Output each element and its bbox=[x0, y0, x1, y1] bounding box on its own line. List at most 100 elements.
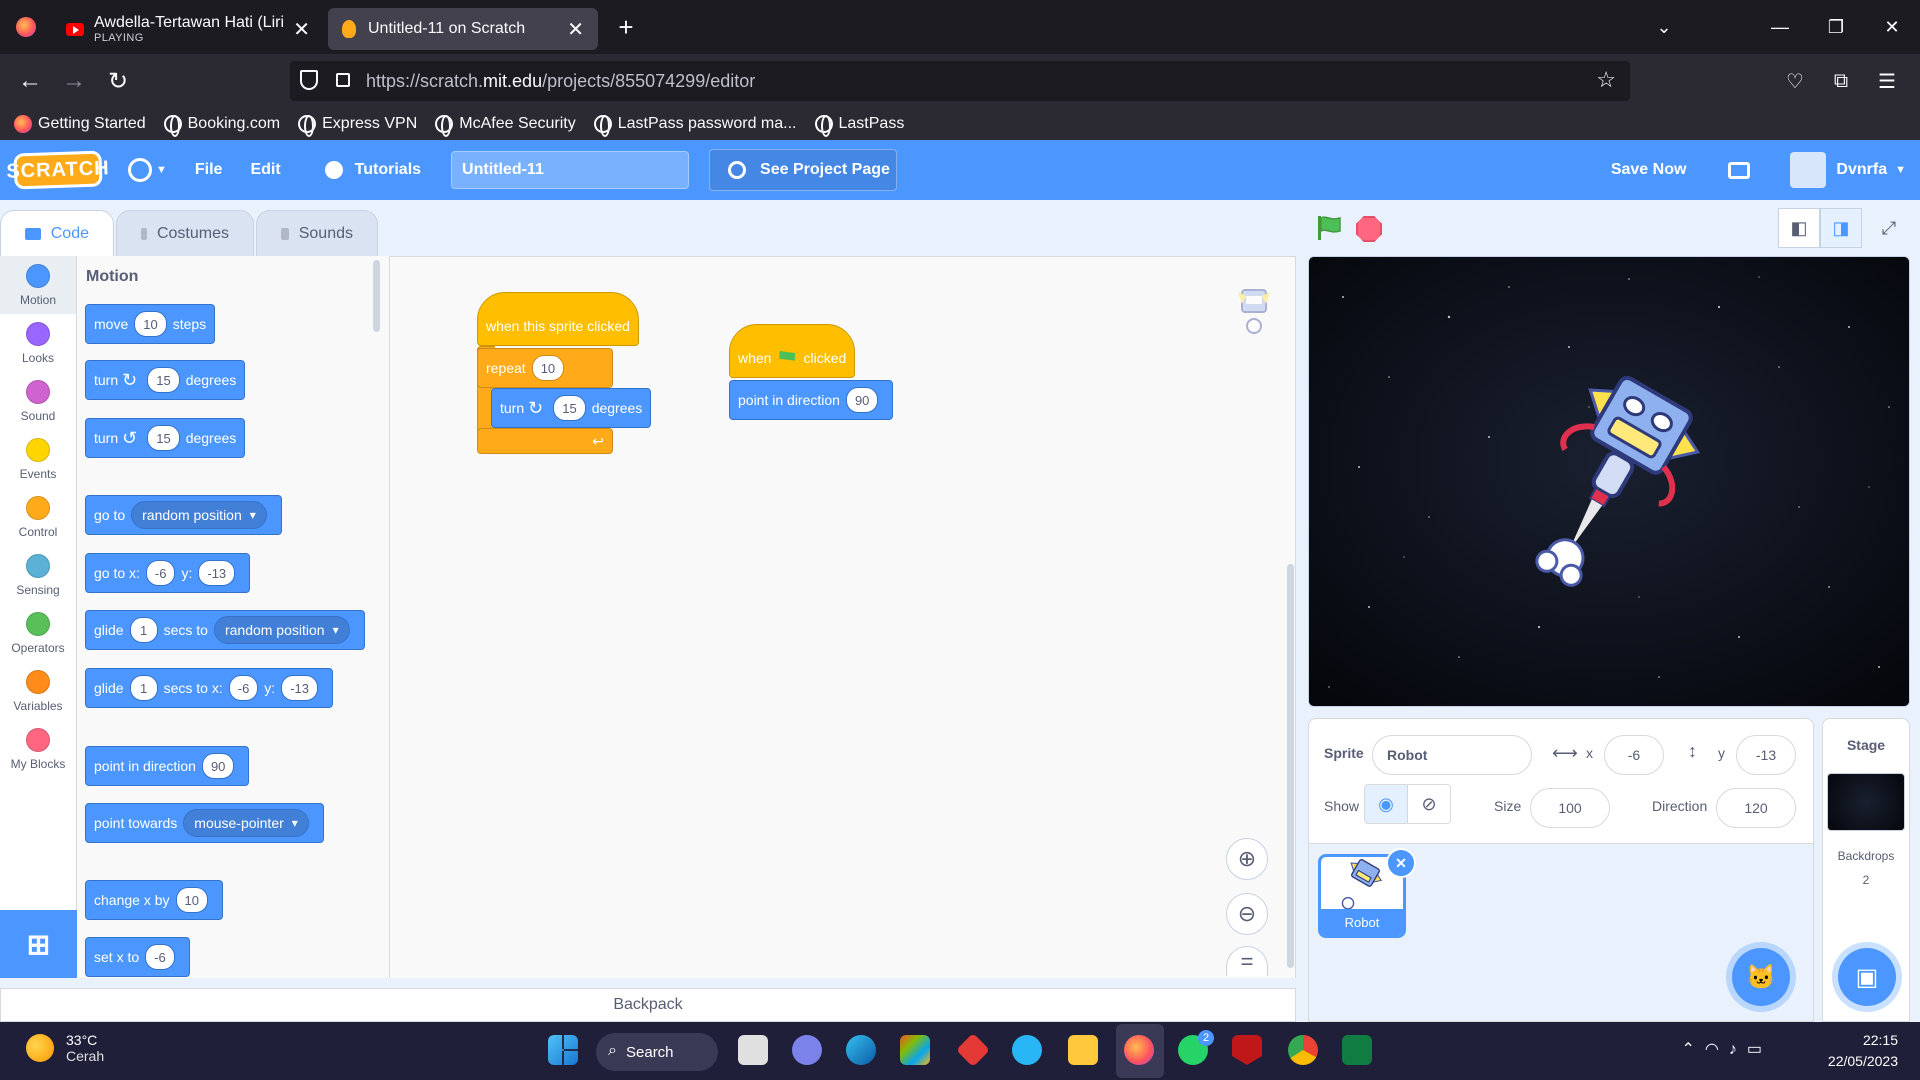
choose-sprite-button[interactable]: 🐱 bbox=[1732, 948, 1790, 1006]
direction-field[interactable]: 120 bbox=[1716, 788, 1796, 828]
category-my-blocks[interactable]: My Blocks bbox=[0, 720, 76, 778]
system-tray[interactable]: ⌃◠♪▭ bbox=[1682, 1039, 1773, 1059]
green-flag-button[interactable] bbox=[1316, 216, 1342, 240]
x-position-field[interactable]: -6 bbox=[1604, 735, 1664, 775]
address-bar[interactable]: https://scratch.mit.edu/projects/8550742… bbox=[290, 61, 1630, 101]
back-icon[interactable]: ← bbox=[8, 67, 52, 95]
block-move-steps[interactable]: move 10 steps bbox=[85, 304, 216, 344]
firefox-icon[interactable] bbox=[1124, 1035, 1154, 1065]
category-sensing[interactable]: Sensing bbox=[0, 546, 76, 604]
tab-costumes[interactable]: Costumes bbox=[116, 210, 254, 256]
tutorials-button[interactable]: Tutorials bbox=[324, 161, 421, 179]
show-hidden-button[interactable]: ⊘ bbox=[1407, 784, 1451, 824]
weather-widget[interactable]: 33°C Cerah bbox=[26, 1032, 104, 1064]
category-looks[interactable]: Looks bbox=[0, 314, 76, 372]
block-repeat[interactable]: repeat 10 bbox=[477, 348, 613, 388]
windows-start-icon[interactable] bbox=[548, 1035, 578, 1065]
block-go-to-xy[interactable]: go to x: -6 y: -13 bbox=[85, 553, 251, 593]
bookmark-expressvpn[interactable]: Express VPN bbox=[298, 115, 417, 137]
stage-canvas[interactable] bbox=[1308, 256, 1910, 707]
language-globe-icon[interactable] bbox=[128, 158, 152, 182]
block-point-in-direction[interactable]: point in direction 90 bbox=[729, 380, 894, 420]
size-field[interactable]: 100 bbox=[1530, 788, 1610, 828]
block-input[interactable]: 10 bbox=[175, 887, 208, 913]
block-when-flag-clicked[interactable]: when clicked bbox=[729, 324, 856, 378]
microsoft-store-icon[interactable] bbox=[900, 1035, 930, 1065]
red-app-icon[interactable] bbox=[956, 1033, 990, 1067]
block-input[interactable]: -6 bbox=[145, 560, 176, 586]
chevron-up-icon[interactable]: ⌃ bbox=[1682, 1041, 1705, 1058]
see-project-page-button[interactable]: See Project Page bbox=[709, 149, 898, 191]
block-point-in-direction[interactable]: point in direction 90 bbox=[85, 746, 250, 786]
edit-menu[interactable]: Edit bbox=[250, 161, 280, 179]
block-turn-left[interactable]: turn ↺ 15 degrees bbox=[85, 418, 246, 458]
file-menu[interactable]: File bbox=[195, 161, 223, 179]
task-view-icon[interactable] bbox=[738, 1035, 768, 1065]
bookmark-lastpass-manager[interactable]: LastPass password ma... bbox=[593, 115, 797, 137]
workspace-scrollbar[interactable] bbox=[1287, 564, 1294, 968]
block-input[interactable]: -13 bbox=[281, 675, 318, 701]
category-motion[interactable]: Motion bbox=[0, 256, 76, 314]
project-title-input[interactable] bbox=[451, 151, 690, 189]
category-events[interactable]: Events bbox=[0, 430, 76, 488]
new-tab-button[interactable]: + bbox=[606, 12, 646, 43]
tab-scratch[interactable]: Untitled-11 on Scratch ✕ bbox=[328, 8, 598, 50]
lock-icon[interactable] bbox=[336, 73, 350, 87]
tab-youtube[interactable]: Awdella-Tertawan Hati (Lirik Lagu) PLAYI… bbox=[52, 8, 324, 50]
bookmark-booking[interactable]: Booking.com bbox=[163, 115, 280, 137]
small-stage-button[interactable]: ◧ bbox=[1778, 208, 1820, 248]
category-sound[interactable]: Sound bbox=[0, 372, 76, 430]
tab-list-icon[interactable]: ⌄ bbox=[1636, 17, 1692, 38]
my-stuff-folder-icon[interactable] bbox=[1728, 161, 1751, 179]
block-turn-right[interactable]: turn ↻ 15 degrees bbox=[85, 360, 246, 400]
block-dropdown[interactable]: random position bbox=[213, 616, 350, 644]
category-control[interactable]: Control bbox=[0, 488, 76, 546]
normal-stage-button[interactable]: ◨ bbox=[1820, 208, 1862, 248]
y-position-field[interactable]: -13 bbox=[1736, 735, 1796, 775]
clock[interactable]: 22:15 22/05/2023 bbox=[1828, 1030, 1898, 1072]
block-input[interactable]: 10 bbox=[134, 311, 167, 337]
close-window-icon[interactable]: ✕ bbox=[1864, 17, 1920, 38]
edge-icon[interactable] bbox=[846, 1035, 876, 1065]
excel-icon[interactable] bbox=[1342, 1035, 1372, 1065]
restore-icon[interactable]: ❐ bbox=[1808, 17, 1864, 38]
sprite-name-field[interactable]: Robot bbox=[1372, 735, 1532, 775]
bookmark-mcafee[interactable]: McAfee Security bbox=[435, 115, 576, 137]
category-operators[interactable]: Operators bbox=[0, 604, 76, 662]
chevron-down-icon[interactable]: ▼ bbox=[1895, 164, 1906, 176]
delete-sprite-button[interactable]: ✕ bbox=[1386, 848, 1416, 878]
forward-icon[interactable]: → bbox=[52, 67, 96, 95]
extensions-icon[interactable]: ⧉ bbox=[1818, 70, 1864, 93]
pocket-icon[interactable]: ♡ bbox=[1772, 69, 1818, 94]
block-input[interactable]: 10 bbox=[531, 355, 565, 381]
block-input[interactable]: 15 bbox=[147, 367, 180, 393]
chrome-icon[interactable] bbox=[1288, 1035, 1318, 1065]
shield-icon[interactable] bbox=[300, 70, 318, 90]
wifi-icon[interactable]: ◠ bbox=[1705, 1041, 1729, 1058]
block-input[interactable]: 1 bbox=[129, 675, 158, 701]
choose-backdrop-button[interactable]: ▣ bbox=[1838, 948, 1896, 1006]
mcafee-icon[interactable] bbox=[1232, 1035, 1262, 1065]
stop-button[interactable] bbox=[1356, 216, 1382, 242]
block-point-towards[interactable]: point towards mouse-pointer bbox=[85, 803, 324, 843]
avatar[interactable] bbox=[1790, 152, 1827, 188]
block-set-x-to[interactable]: set x to -6 bbox=[85, 937, 190, 977]
zoom-out-button[interactable]: ⊖ bbox=[1226, 893, 1268, 935]
teams-chat-icon[interactable] bbox=[792, 1035, 822, 1065]
menu-icon[interactable]: ☰ bbox=[1864, 69, 1910, 94]
block-dropdown[interactable]: random position bbox=[131, 501, 267, 529]
block-input[interactable]: -6 bbox=[228, 675, 259, 701]
close-tab-icon[interactable]: ✕ bbox=[293, 17, 310, 42]
block-input[interactable]: 90 bbox=[845, 387, 879, 413]
block-input[interactable]: -6 bbox=[145, 944, 175, 970]
block-when-sprite-clicked[interactable]: when this sprite clicked bbox=[477, 292, 639, 346]
show-visible-button[interactable]: ◉ bbox=[1364, 784, 1408, 824]
bookmark-getting-started[interactable]: Getting Started bbox=[14, 115, 146, 133]
chevron-down-icon[interactable]: ▼ bbox=[156, 164, 167, 176]
tab-sounds[interactable]: Sounds bbox=[256, 210, 378, 256]
bookmark-lastpass[interactable]: LastPass bbox=[814, 115, 904, 137]
block-change-x-by[interactable]: change x by 10 bbox=[85, 880, 223, 920]
block-input[interactable]: -13 bbox=[198, 560, 236, 586]
block-input[interactable]: 90 bbox=[201, 753, 235, 779]
repeat-c-block-footer[interactable]: ↩ bbox=[477, 428, 613, 454]
